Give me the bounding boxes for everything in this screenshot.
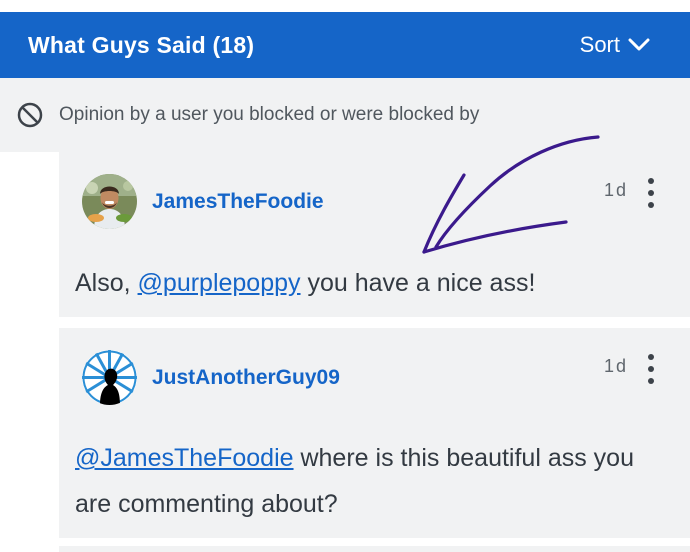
more-vertical-icon[interactable]: [643, 354, 659, 384]
user-mention-link[interactable]: @purplepoppy: [138, 269, 301, 297]
comment-text: @JamesTheFoodie where is this beautiful …: [75, 435, 675, 527]
more-vertical-icon[interactable]: [643, 178, 659, 208]
comment-timestamp: 1d: [604, 180, 629, 200]
avatar[interactable]: [82, 174, 137, 229]
comment-card: JamesTheFoodie 1d Also, @purplepoppy you…: [59, 152, 690, 317]
comment-card: JustAnotherGuy09 1d @JamesTheFoodie wher…: [59, 328, 690, 538]
sort-button[interactable]: Sort: [580, 32, 650, 58]
avatar[interactable]: [82, 350, 137, 405]
blocked-notice-text: Opinion by a user you blocked or were bl…: [59, 104, 480, 125]
blocked-opinion-notice: Opinion by a user you blocked or were bl…: [0, 78, 690, 152]
section-header: What Guys Said (18) Sort: [0, 12, 690, 78]
comment-text: Also, @purplepoppy you have a nice ass!: [75, 260, 535, 306]
section-title: What Guys Said (18): [28, 31, 255, 58]
comment-card-partial: [59, 546, 690, 552]
comment-text-prefix: Also,: [75, 269, 138, 297]
comment-timestamp: 1d: [604, 356, 629, 376]
comment-username[interactable]: JamesTheFoodie: [152, 190, 324, 214]
sort-label: Sort: [579, 32, 620, 57]
user-mention-link[interactable]: @JamesTheFoodie: [75, 444, 294, 472]
chevron-down-icon: [628, 38, 650, 52]
blocked-icon: [16, 101, 44, 129]
comment-text-suffix: you have a nice ass!: [300, 269, 536, 297]
comment-username[interactable]: JustAnotherGuy09: [152, 366, 340, 390]
